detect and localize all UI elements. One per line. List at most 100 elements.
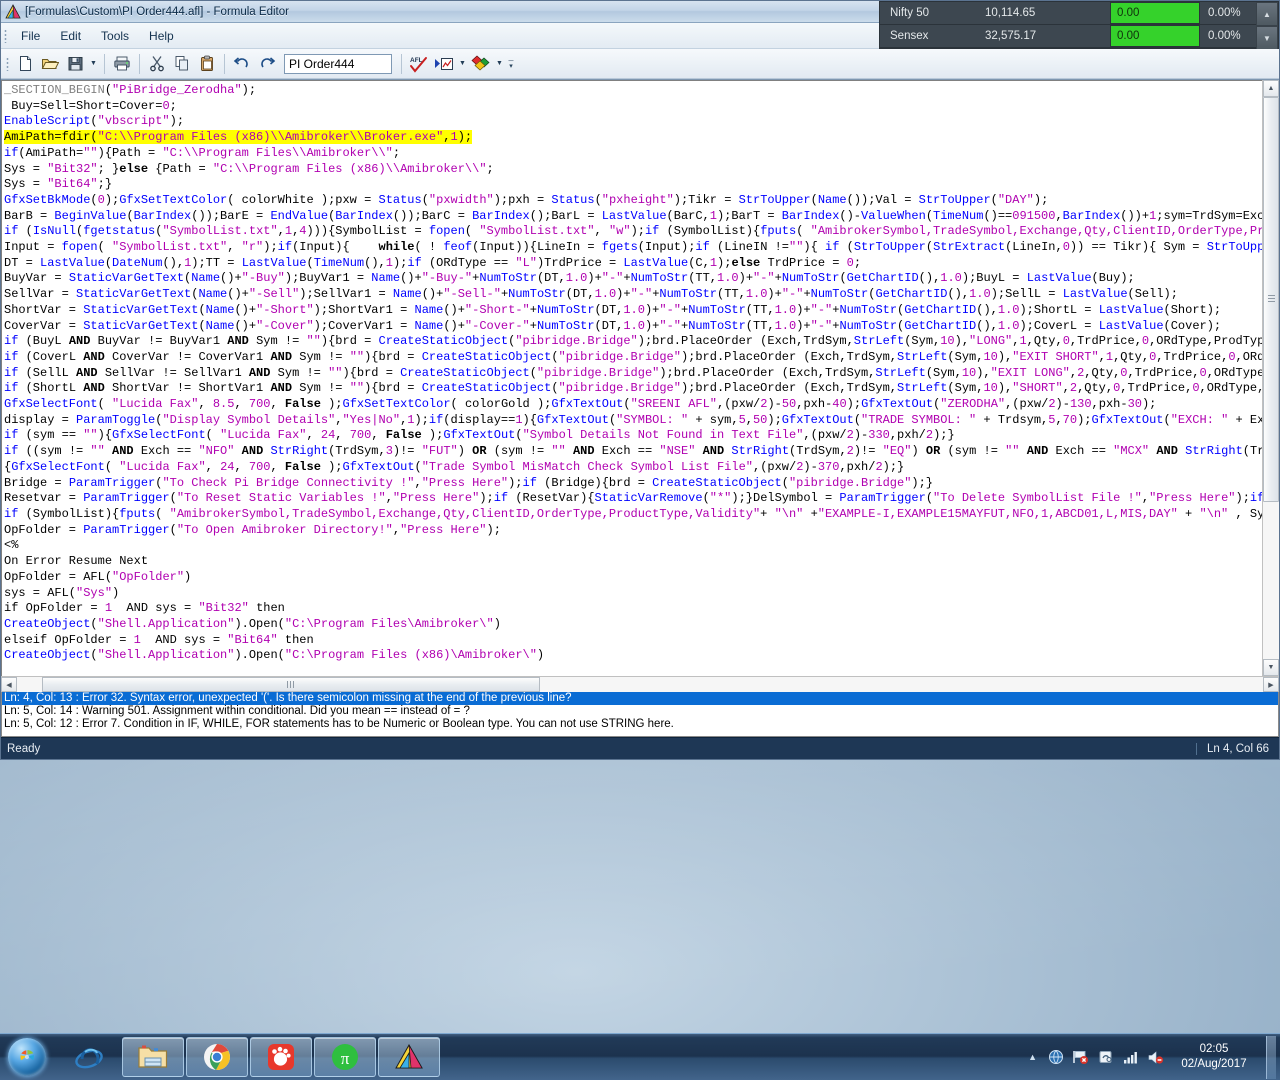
window-title: [Formulas\Custom\PI Order444.afl] - Form… (25, 5, 289, 18)
taskbar-item-gom-player[interactable] (250, 1037, 312, 1077)
code-line: ShortVar = StaticVarGetText(Name()+"-Sho… (4, 302, 1222, 317)
code-line: Input = fopen( "SymbolList.txt", "r");if… (4, 240, 1262, 255)
show-desktop-button[interactable] (1266, 1035, 1276, 1079)
taskbar-item-pi[interactable]: π (314, 1037, 376, 1077)
code-line: if(AmiPath=""){Path = "C:\\Program Files… (4, 145, 401, 160)
vertical-scroll-thumb[interactable] (1263, 97, 1279, 502)
code-line: BuyVar = StaticVarGetText(Name()+"-Buy")… (4, 271, 1135, 286)
taskbar-item-internet-explorer[interactable] (58, 1037, 120, 1077)
formula-name-input[interactable] (284, 53, 392, 74)
status-bar: Ready Ln 4, Col 66 (1, 737, 1279, 759)
code-line: CreateObject("Shell.Application").Open("… (4, 648, 545, 663)
color-palette-button[interactable] (469, 52, 493, 76)
menu-item-tools[interactable]: Tools (92, 26, 138, 46)
apply-indicator-dropdown-caret-icon[interactable]: ▼ (457, 52, 468, 76)
redo-button[interactable] (255, 52, 279, 76)
scroll-left-arrow-icon[interactable]: ◀ (1, 677, 17, 692)
scroll-up-arrow-icon[interactable]: ▲ (1263, 80, 1279, 97)
code-line: CreateObject("Shell.Application").Open("… (4, 616, 501, 631)
code-line: DT = LastValue(DateNum(),1);TT = LastVal… (4, 255, 862, 270)
code-line: AmiPath=fdir("C:\\Program Files (x86)\\A… (4, 130, 473, 145)
code-line: GfxSelectFont( "Lucida Fax", 8.5, 700, F… (4, 397, 1157, 412)
toolbar-grip-handle[interactable] (3, 56, 12, 71)
clipboard-paste-button[interactable] (195, 52, 219, 76)
toolbar-separator (139, 53, 140, 74)
flag-error-icon[interactable] (1072, 1049, 1089, 1066)
error-list-row[interactable]: Ln: 5, Col: 12 : Error 7. Condition in I… (2, 718, 1278, 731)
code-line: if (BuyL AND BuyVar != BuyVar1 AND Sym !… (4, 334, 1262, 349)
code-line: OpFolder = AFL("OpFolder") (4, 569, 192, 584)
code-line: if (sym == ""){GfxSelectFont( "Lucida Fa… (4, 428, 955, 443)
chrome-icon (204, 1044, 230, 1071)
signal-bars-icon[interactable] (1122, 1049, 1139, 1066)
code-line: Resetvar = ParamTrigger("To Reset Static… (4, 491, 1262, 506)
toolbar-overflow-button[interactable]: ─ ▾ (506, 52, 516, 76)
verify-afl-button[interactable]: AFL (407, 52, 431, 76)
error-list-row[interactable]: Ln: 4, Col: 13 : Error 32. Syntax error,… (2, 692, 1278, 705)
copy-button[interactable] (170, 52, 194, 76)
taskbar-items: π (58, 1037, 440, 1077)
code-line: elseif OpFolder = 1 AND sys = "Bit64" th… (4, 632, 314, 647)
toolbar-separator (224, 53, 225, 74)
apply-indicator-button[interactable] (432, 52, 456, 76)
code-line: if OpFolder = 1 AND sys = "Bit32" then (4, 601, 285, 616)
code-line: Sys = "Bit32"; }else {Path = "C:\\Progra… (4, 161, 494, 176)
code-line: EnableScript("vbscript"); (4, 114, 185, 129)
editor-vertical-scrollbar[interactable]: ▲ ▼ (1262, 80, 1279, 676)
print-button[interactable] (110, 52, 134, 76)
formula-editor-window: [Formulas\Custom\PI Order444.afl] - Form… (0, 0, 1280, 760)
code-line: if (ShortL AND ShortVar != ShortVar1 AND… (4, 381, 1262, 396)
code-line: {GfxSelectFont( "Lucida Fax", 24, 700, F… (4, 459, 905, 474)
code-editor[interactable]: _SECTION_BEGIN("PiBridge_Zerodha"); Buy=… (1, 80, 1262, 676)
taskbar-item-amibroker[interactable] (378, 1037, 440, 1077)
error-list[interactable]: Ln: 4, Col: 13 : Error 32. Syntax error,… (1, 692, 1279, 737)
undo-button[interactable] (230, 52, 254, 76)
taskbar-clock[interactable]: 02:05 02/Aug/2017 (1172, 1042, 1256, 1072)
horizontal-scroll-thumb[interactable] (41, 677, 541, 692)
action-center-icon[interactable] (1097, 1049, 1114, 1066)
taskbar-item-google-chrome[interactable] (186, 1037, 248, 1077)
new-document-button[interactable] (13, 52, 37, 76)
code-line: On Error Resume Next (4, 554, 149, 569)
code-line: if (SymbolList){fputs( "AmibrokerSymbol,… (4, 506, 1262, 521)
editor-horizontal-scrollbar[interactable]: ◀ ▶ (1, 676, 1279, 692)
horizontal-scroll-track[interactable] (17, 677, 1263, 692)
code-line: SellVar = StaticVarGetText(Name()+"-Sell… (4, 287, 1178, 302)
menu-bar: File Edit Tools Help Nifty 50 10,114.65 … (1, 1, 1279, 50)
code-line: Bridge = ParamTrigger("To Check Pi Bridg… (4, 475, 933, 490)
menu-item-file[interactable]: File (12, 26, 49, 46)
menu-items: File Edit Tools Help (10, 23, 183, 48)
save-dropdown-caret-icon[interactable]: ▼ (88, 52, 99, 76)
save-button[interactable] (63, 52, 87, 76)
cut-button[interactable] (145, 52, 169, 76)
taskbar-item-windows-explorer[interactable] (122, 1037, 184, 1077)
ticker-scroll-up-button[interactable]: ▲ (1256, 2, 1278, 26)
ticker-row[interactable]: Sensex 32,575.17 0.00 0.00% (880, 25, 1278, 48)
gom-player-icon (268, 1044, 294, 1070)
code-line: Buy=Sell=Short=Cover=0; (4, 98, 177, 113)
internet-explorer-icon (75, 1048, 103, 1069)
menu-grip-handle[interactable] (1, 23, 10, 48)
network-globe-icon[interactable] (1047, 1049, 1064, 1066)
code-line: if (SellL AND SellVar != SellVar1 AND Sy… (4, 365, 1262, 380)
clock-time: 02:05 (1199, 1043, 1229, 1055)
ticker-index-change: 0.00 (1110, 25, 1200, 47)
ticker-scroll-down-button[interactable]: ▼ (1256, 26, 1278, 50)
cursor-position-indicator: Ln 4, Col 66 (1195, 742, 1279, 755)
error-list-row[interactable]: Ln: 5, Col: 14 : Warning 501. Assignment… (2, 705, 1278, 718)
menu-item-edit[interactable]: Edit (51, 26, 90, 46)
start-button[interactable] (2, 1036, 52, 1079)
vertical-scroll-track[interactable] (1263, 97, 1279, 659)
scroll-down-arrow-icon[interactable]: ▼ (1263, 659, 1279, 676)
code-line: <% (4, 538, 19, 553)
menu-item-help[interactable]: Help (140, 26, 183, 46)
code-line: if ((sym != "" AND Exch == "NFO" AND Str… (4, 444, 1262, 459)
volume-muted-icon[interactable] (1147, 1049, 1164, 1066)
tray-expand-button[interactable]: ▲ (1026, 1052, 1039, 1062)
scroll-right-arrow-icon[interactable]: ▶ (1263, 677, 1279, 692)
ticker-scroll-buttons: ▲ ▼ (1256, 2, 1278, 50)
open-folder-button[interactable] (38, 52, 62, 76)
ticker-row[interactable]: Nifty 50 10,114.65 0.00 0.00% (880, 2, 1278, 25)
color-palette-dropdown-caret-icon[interactable]: ▼ (494, 52, 505, 76)
windows-logo-icon (8, 1038, 46, 1076)
